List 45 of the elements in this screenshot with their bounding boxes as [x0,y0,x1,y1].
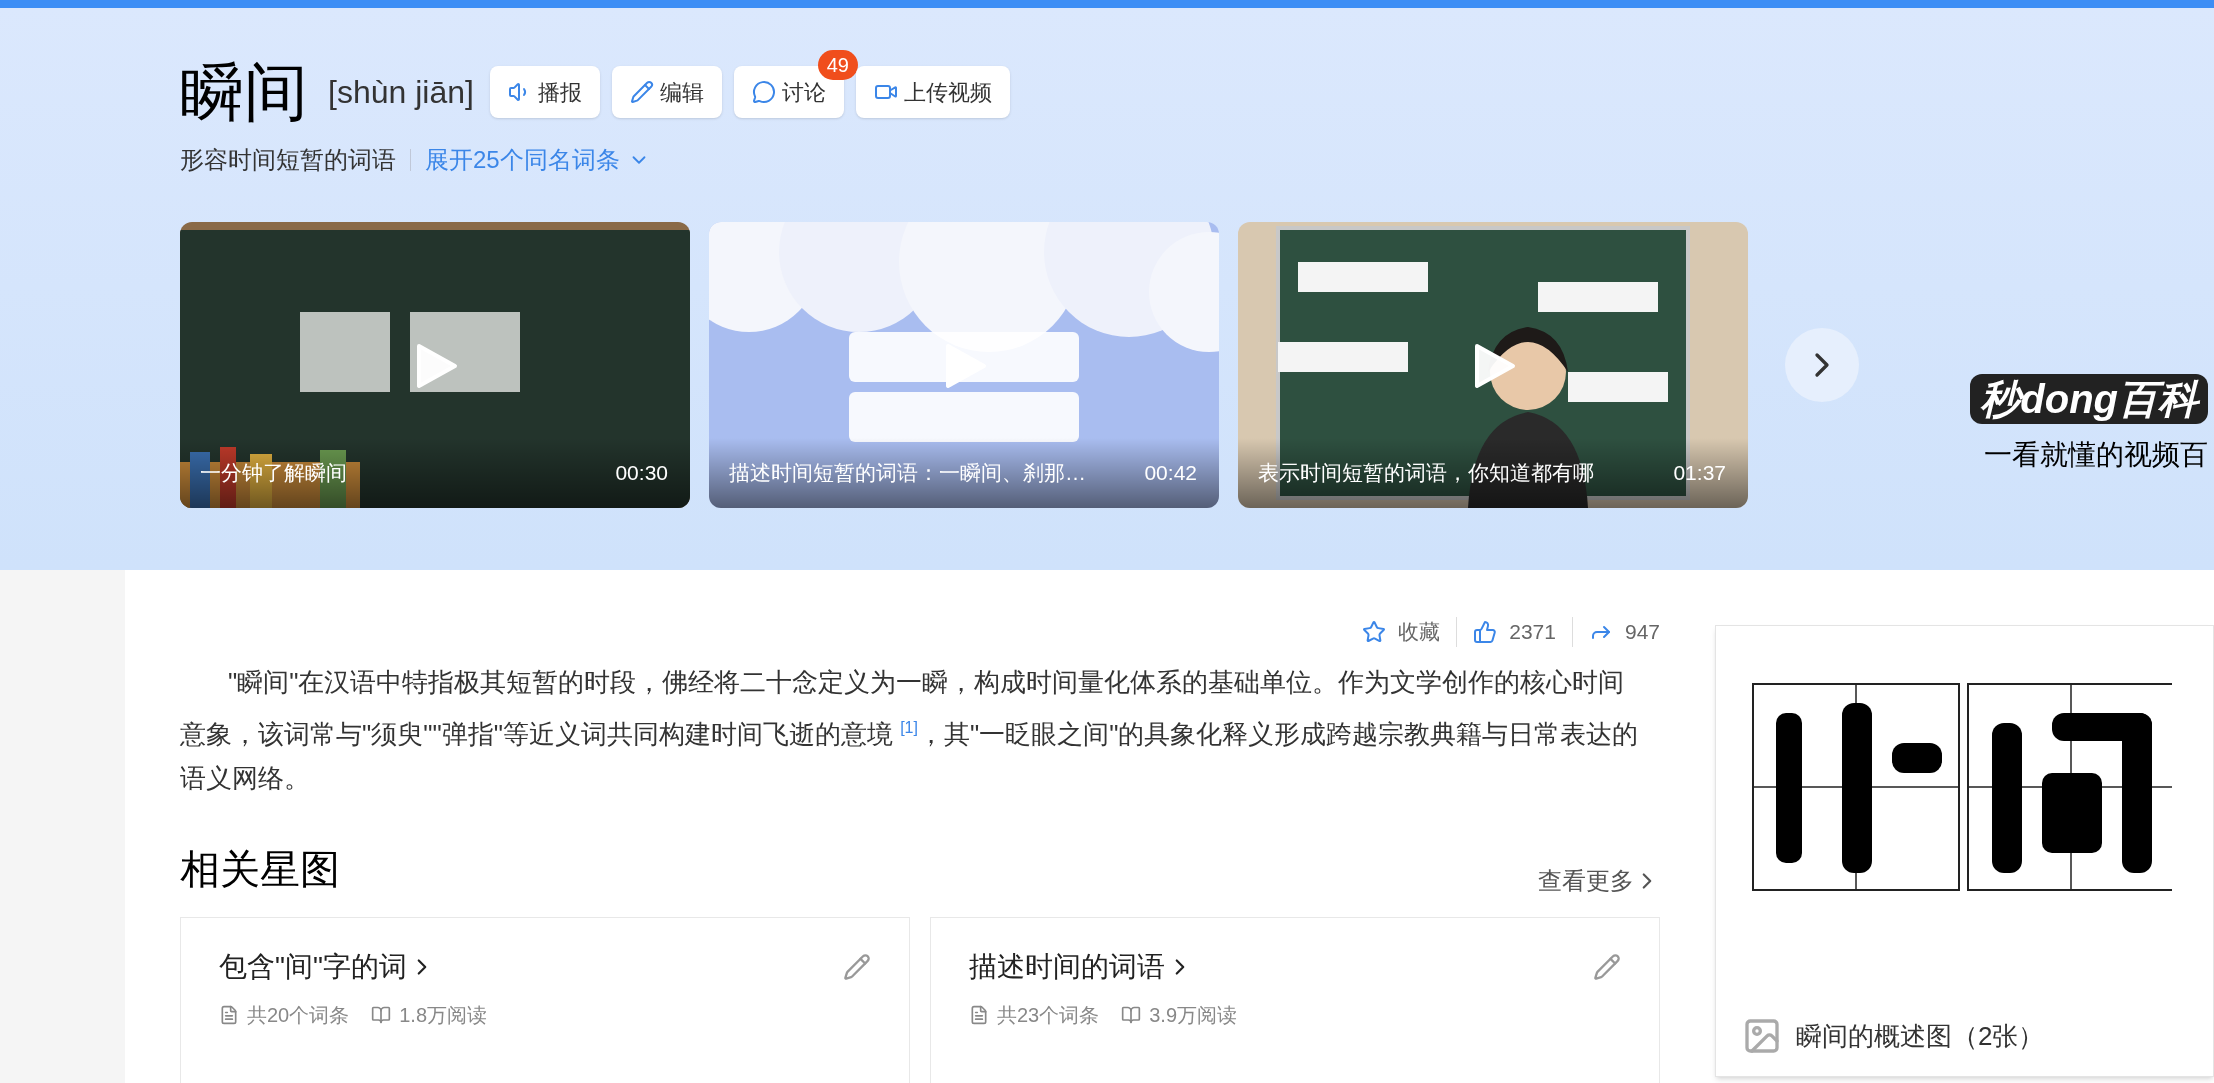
action-button[interactable]: 播报 [489,66,600,118]
action-button[interactable]: 上传视频 [855,66,1010,118]
brand-logo: 秒dong百科 [1970,374,2208,424]
video-caption: 表示时间短暂的词语，你知道都有哪 [1258,459,1594,486]
summary-paragraph: "瞬间"在汉语中特指极其短暂的时段，佛经将二十念定义为一瞬，构成时间量化体系的基础单位。作为文学创作的核心时间意象，该词常与"须臾""弹指"等近义词共同构建时间飞逝的意境 $^{[1]}$，其"一眨眼之间"的具象化释义形成跨越宗教典籍与日常表达的语义网络。 [180,665,1640,796]
reference-link[interactable]: [1] [900,718,918,736]
entry-title: 瞬间 [180,60,308,124]
read-count: 3.9万阅读 [1149,1003,1238,1029]
pencil-icon[interactable] [1593,953,1621,982]
thumbs-up-icon [1473,619,1498,644]
read-count: 1.8万阅读 [399,1003,488,1029]
play-icon [415,342,459,390]
play-icon [1473,342,1517,390]
image-caption[interactable]: 瞬间的概述图（2张） [1796,1016,2045,1056]
pencil-icon [629,80,654,104]
pencil-icon[interactable] [843,953,871,982]
chat-icon [751,80,776,104]
image-gallery-icon [1742,1016,1782,1056]
see-more-link[interactable]: 查看更多 [1538,863,1660,900]
entry-description: 形容时间短暂的词语 [180,145,396,175]
like-button[interactable]: 2371 [1473,616,1556,648]
video-card[interactable]: 一分钟了解瞬间 00:30 [180,222,690,508]
video-duration: 00:42 [1144,459,1197,486]
video-caption: 描述时间短暂的词语：一瞬间、刹那… [729,459,1086,486]
pinyin: [shùn jiān] [328,73,474,112]
card-title: 包含"间"字的词 [219,950,407,985]
related-card[interactable]: 包含"间"字的词 共20个词条 1.8万阅读 [180,917,910,1083]
card-title: 描述时间的词语 [969,950,1165,985]
video-caption: 一分钟了解瞬间 [200,459,347,486]
book-icon [1121,1005,1142,1026]
banner-slogan: 一看就懂的视频百 [1984,437,2208,473]
share-button[interactable]: 947 [1588,616,1660,648]
entry-count: 共20个词条 [247,1003,350,1029]
document-icon [969,1005,989,1026]
video-duration: 00:30 [615,459,668,486]
book-icon [371,1005,392,1026]
related-card[interactable]: 描述时间的词语 共23个词条 3.9万阅读 [930,917,1660,1083]
count-badge: 49 [817,50,858,80]
favorite-button[interactable]: 收藏 [1362,616,1441,648]
entry-count: 共23个词条 [997,1003,1100,1029]
play-icon [944,342,988,390]
action-button[interactable]: 编辑 [611,66,722,118]
star-icon [1362,619,1387,644]
document-icon [219,1005,239,1026]
section-title: 相关星图 [180,846,340,894]
